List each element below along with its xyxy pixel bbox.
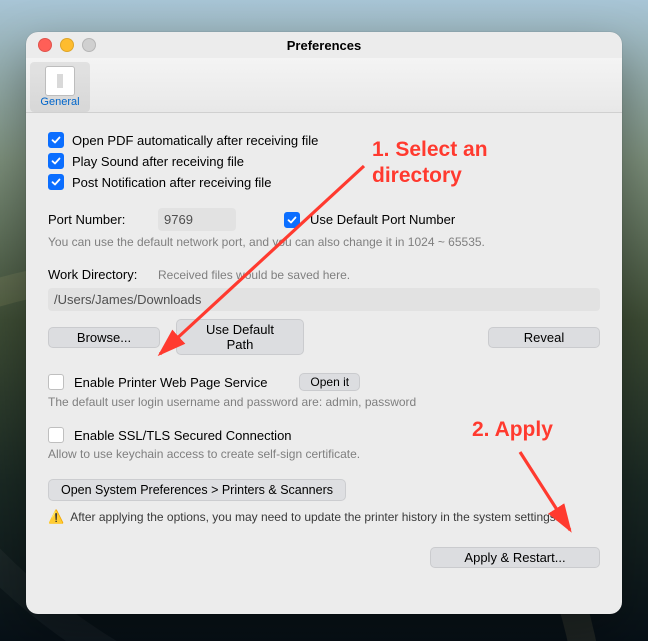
printerweb-row: Enable Printer Web Page Service Open it: [48, 373, 600, 391]
port-row: Port Number: Use Default Port Number: [48, 208, 600, 231]
printerweb-section: Enable Printer Web Page Service Open it …: [48, 373, 600, 409]
play-sound-row: Play Sound after receiving file: [48, 153, 600, 169]
play-sound-checkbox[interactable]: [48, 153, 64, 169]
open-pdf-checkbox[interactable]: [48, 132, 64, 148]
general-icon: [45, 66, 75, 96]
browse-button[interactable]: Browse...: [48, 327, 160, 348]
open-system-preferences-button[interactable]: Open System Preferences > Printers & Sca…: [48, 479, 346, 501]
content-area: Open PDF automatically after receiving f…: [26, 113, 622, 582]
use-default-path-button[interactable]: Use Default Path: [176, 319, 304, 355]
post-notification-row: Post Notification after receiving file: [48, 174, 600, 190]
toolbar: General: [26, 58, 622, 113]
workdir-section: Work Directory: Received files would be …: [48, 267, 600, 355]
port-label: Port Number:: [48, 212, 148, 227]
port-input[interactable]: [158, 208, 236, 231]
open-pdf-row: Open PDF automatically after receiving f…: [48, 132, 600, 148]
window-title: Preferences: [26, 38, 622, 53]
open-it-button[interactable]: Open it: [299, 373, 360, 391]
post-notification-label: Post Notification after receiving file: [72, 175, 271, 190]
post-notification-checkbox[interactable]: [48, 174, 64, 190]
sysprefs-section: Open System Preferences > Printers & Sca…: [48, 479, 600, 525]
workdir-path-input[interactable]: [48, 288, 600, 311]
preferences-window: Preferences General Open PDF automatical…: [26, 32, 622, 614]
use-default-port-label: Use Default Port Number: [310, 212, 455, 227]
open-pdf-label: Open PDF automatically after receiving f…: [72, 133, 318, 148]
workdir-hint: Received files would be saved here.: [158, 268, 350, 282]
port-section: Port Number: Use Default Port Number You…: [48, 208, 600, 249]
warning-row: ⚠️ After applying the options, you may n…: [48, 509, 600, 525]
play-sound-label: Play Sound after receiving file: [72, 154, 244, 169]
reveal-button[interactable]: Reveal: [488, 327, 600, 348]
footer: Apply & Restart...: [48, 547, 600, 568]
tab-general-label: General: [30, 96, 90, 108]
tab-general[interactable]: General: [30, 62, 90, 112]
ssl-row: Enable SSL/TLS Secured Connection: [48, 427, 600, 443]
ssl-label: Enable SSL/TLS Secured Connection: [74, 428, 292, 443]
port-hint: You can use the default network port, an…: [48, 235, 600, 249]
apply-restart-button[interactable]: Apply & Restart...: [430, 547, 600, 568]
workdir-label: Work Directory:: [48, 267, 148, 282]
printerweb-checkbox[interactable]: [48, 374, 64, 390]
titlebar: Preferences: [26, 32, 622, 58]
printerweb-label: Enable Printer Web Page Service: [74, 375, 267, 390]
ssl-checkbox[interactable]: [48, 427, 64, 443]
workdir-buttons: Browse... Use Default Path Reveal: [48, 319, 600, 355]
ssl-section: Enable SSL/TLS Secured Connection Allow …: [48, 427, 600, 461]
warning-text: After applying the options, you may need…: [70, 510, 559, 524]
warning-icon: ⚠️: [48, 509, 64, 525]
use-default-port-checkbox[interactable]: [284, 212, 300, 228]
ssl-hint: Allow to use keychain access to create s…: [48, 447, 600, 461]
printerweb-hint: The default user login username and pass…: [48, 395, 600, 409]
workdir-row: Work Directory: Received files would be …: [48, 267, 600, 282]
